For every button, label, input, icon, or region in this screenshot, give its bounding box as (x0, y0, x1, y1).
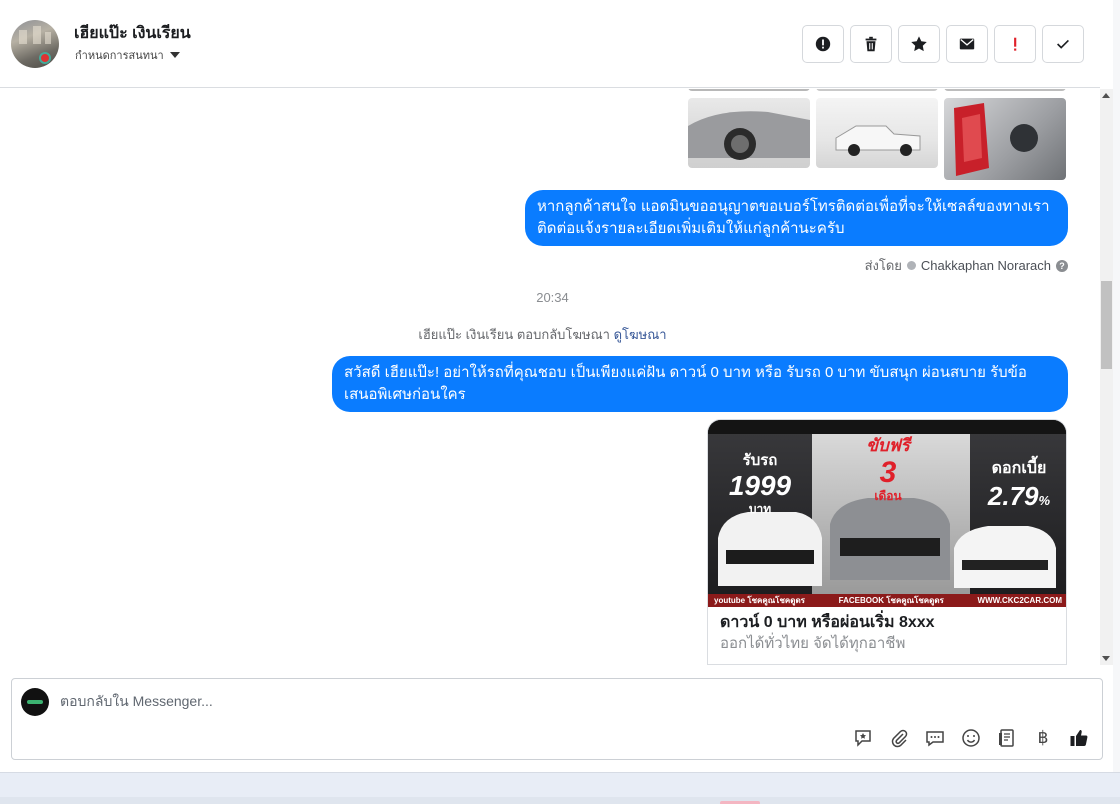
banner-footer-left: youtube โชคคูณโชคดูดร (714, 596, 805, 605)
sender-name[interactable]: Chakkaphan Norarach (921, 258, 1051, 273)
help-icon[interactable]: ? (1056, 259, 1068, 272)
banner-footer-right: WWW.CKC2CAR.COM (977, 596, 1062, 605)
banner-center-offer: ขับฟรี 3 เดือน (838, 432, 938, 506)
emoji-button[interactable] (960, 727, 982, 749)
emoji-icon (962, 729, 980, 747)
sent-by-prefix: ส่งโดย (864, 258, 902, 273)
thread-scrollbar[interactable] (1100, 89, 1113, 665)
message-bubble: หากลูกค้าสนใจ แอดมินขออนุญาตขอเบอร์โทรติ… (525, 190, 1068, 246)
saved-reply-button[interactable] (852, 727, 874, 749)
browser-bottom-strip (0, 772, 1120, 804)
chat-bubble-icon (926, 731, 944, 747)
ad-subtitle: ออกได้ทั่วไทย จัดได้ทุกอาชีพ (720, 635, 906, 652)
document-icon (999, 729, 1014, 747)
scrollbar-thumb[interactable] (1101, 281, 1112, 369)
trash-icon (865, 36, 877, 52)
exclamation-icon (1014, 37, 1017, 51)
checkmark-icon (1057, 39, 1069, 49)
attach-file-button[interactable] (888, 727, 910, 749)
scroll-up-arrow-icon[interactable] (1102, 93, 1110, 98)
spam-report-button[interactable] (802, 25, 844, 63)
page-avatar (21, 688, 49, 716)
star-icon (911, 36, 927, 52)
banner-center-unit: เดือน (874, 489, 902, 503)
ad-banner-image[interactable]: รับรถ 1999 บาท ขับฟรี 3 เดือน ดอกเบี้ย 2… (708, 420, 1066, 607)
photo-thumbnail[interactable] (688, 89, 810, 91)
banner-footer: youtube โชคคูณโชคดูดร FACEBOOK โชคคูณโชค… (708, 595, 1066, 607)
message-thread: หากลูกค้าสนใจ แอดมินขออนุญาตขอเบอร์โทรติ… (0, 89, 1100, 665)
sent-by-line: ส่งโดย Chakkaphan Norarach ? (865, 255, 1068, 276)
contact-avatar[interactable] (11, 20, 59, 68)
envelope-icon (959, 38, 975, 50)
banner-left-offer: รับรถ 1999 บาท (708, 448, 812, 519)
mark-unread-button[interactable] (946, 25, 988, 63)
banner-footer-center: FACEBOOK โชคคูณโชคดูดร (838, 596, 944, 605)
view-ad-link[interactable]: ดูโฆษณา (614, 327, 667, 342)
banner-right-label: ดอกเบี้ย (991, 460, 1047, 477)
composer-toolbar: ฿ (852, 727, 1090, 749)
thumbs-up-icon (1070, 730, 1088, 746)
ad-card[interactable]: รับรถ 1999 บาท ขับฟรี 3 เดือน ดอกเบี้ย 2… (707, 419, 1067, 665)
photo-thumbnail[interactable] (688, 98, 810, 168)
message-bubble: สวัสดี เฮียแป๊ะ! อย่าให้รถที่คุณชอบ เป็น… (332, 356, 1068, 412)
ad-reply-notice: เฮียแป๊ะ เงินเรียน ตอบกลับโฆษณา ดูโฆษณา (0, 324, 1085, 345)
photo-thumbnail[interactable] (944, 89, 1066, 91)
like-button[interactable] (1068, 727, 1090, 749)
conversation-header: เฮียแป๊ะ เงินเรียน กำหนดการสนทนา (0, 0, 1100, 88)
banner-left-unit: บาท (748, 502, 772, 516)
photo-thumbnail[interactable] (816, 98, 938, 168)
scroll-down-arrow-icon[interactable] (1102, 656, 1110, 661)
contact-name[interactable]: เฮียแป๊ะ เงินเรียน (74, 21, 191, 46)
attachment-icon (891, 729, 908, 748)
assign-label: กำหนดการสนทนา (75, 50, 164, 62)
chevron-down-icon (169, 52, 180, 58)
assign-conversation-dropdown[interactable]: กำหนดการสนทนา (75, 46, 180, 64)
verified-check-icon (906, 261, 916, 270)
banner-center-number: 3 (879, 456, 897, 489)
banner-right-unit: % (1038, 493, 1051, 508)
alert-circle-icon (815, 36, 831, 52)
chat-button[interactable] (924, 727, 946, 749)
window-edge (1113, 0, 1120, 772)
reply-composer: ฿ (11, 678, 1103, 760)
message-timestamp: 20:34 (536, 290, 569, 305)
reply-input[interactable] (60, 693, 660, 709)
mark-done-button[interactable] (1042, 25, 1084, 63)
ad-reply-text: เฮียแป๊ะ เงินเรียน ตอบกลับโฆษณา (418, 327, 610, 342)
taskbar-edge (0, 797, 1120, 804)
banner-right-number: 2.79 (987, 481, 1039, 511)
photo-thumbnail[interactable] (944, 98, 1066, 180)
document-button[interactable] (996, 727, 1018, 749)
banner-right-offer: ดอกเบี้ย 2.79% (970, 456, 1066, 516)
delete-button[interactable] (850, 25, 892, 63)
payment-button[interactable]: ฿ (1032, 727, 1054, 749)
star-button[interactable] (898, 25, 940, 63)
follow-up-button[interactable] (994, 25, 1036, 63)
banner-left-label: รับรถ (742, 452, 778, 469)
saved-reply-icon (855, 730, 871, 747)
photo-thumbnail[interactable] (816, 89, 938, 91)
baht-icon: ฿ (1037, 728, 1049, 748)
banner-center-label: ขับฟรี (866, 436, 910, 455)
banner-left-number: 1999 (728, 470, 792, 501)
